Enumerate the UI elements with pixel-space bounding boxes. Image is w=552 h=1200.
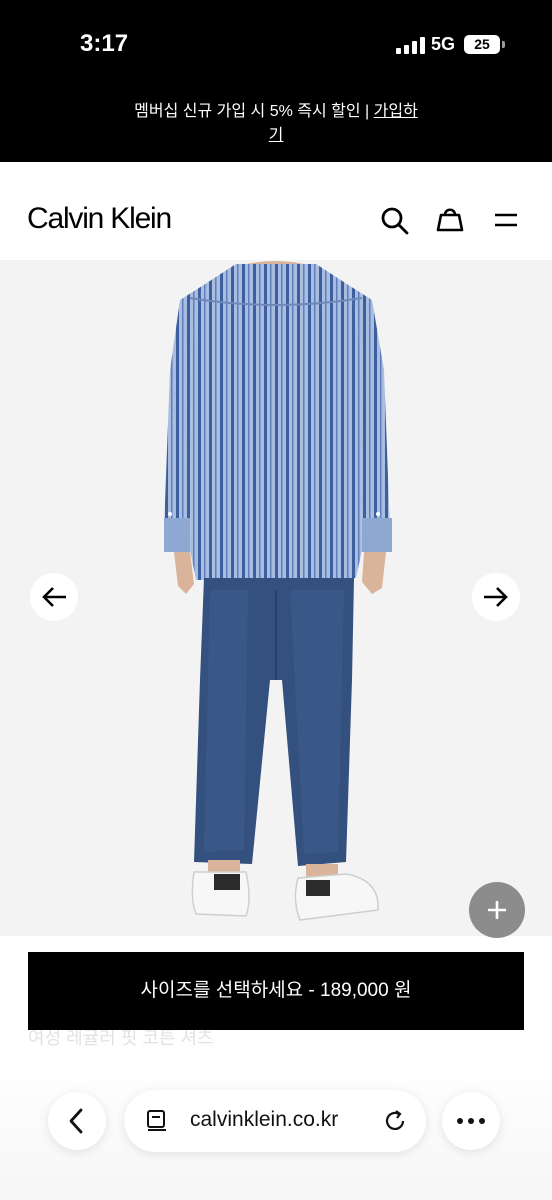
battery-tip (502, 41, 505, 48)
bag-icon[interactable] (434, 204, 466, 236)
promo-text: 멤버십 신규 가입 시 5% 즉시 할인 | (134, 103, 374, 120)
expand-image-button[interactable] (469, 882, 525, 938)
arrow-left-icon (42, 587, 66, 607)
chevron-left-icon (69, 1108, 83, 1134)
page-icon[interactable] (144, 1108, 170, 1134)
product-image (164, 261, 392, 921)
browser-more-button[interactable] (442, 1092, 500, 1150)
prev-image-button[interactable] (30, 573, 78, 621)
promo-banner: 멤버십 신규 가입 시 5% 즉시 할인 | 가입하기 (0, 90, 552, 162)
more-icon (457, 1118, 485, 1124)
address-bar[interactable]: calvinklein.co.kr (124, 1090, 426, 1152)
network-type: 5G (431, 34, 456, 54)
status-time: 3:17 (80, 30, 129, 57)
signal-icon (396, 36, 425, 54)
browser-back-button[interactable] (48, 1092, 106, 1150)
arrow-right-icon (484, 587, 508, 607)
next-image-button[interactable] (472, 573, 520, 621)
battery-icon: 25 (464, 35, 500, 54)
select-size-button[interactable]: 사이즈를 선택하세요 - 189,000 원 (28, 952, 524, 1030)
search-icon[interactable] (378, 204, 410, 236)
plus-icon (488, 901, 506, 919)
menu-icon[interactable] (490, 204, 522, 236)
product-image-gallery[interactable] (0, 260, 552, 936)
url-text: calvinklein.co.kr (190, 1108, 339, 1131)
reload-icon[interactable] (382, 1108, 408, 1134)
status-bar: 3:17 5G 25 (0, 0, 552, 90)
site-header: Calvin Klein (0, 162, 552, 260)
brand-logo[interactable]: Calvin Klein (27, 202, 172, 236)
